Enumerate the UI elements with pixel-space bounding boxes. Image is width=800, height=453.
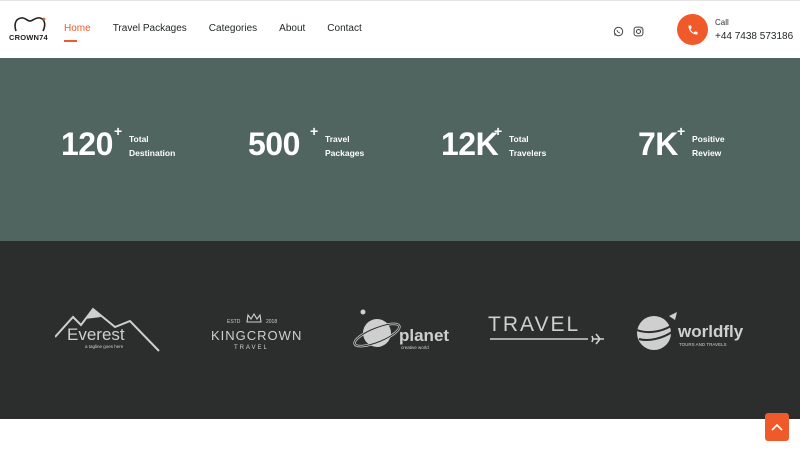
everest-tagline: a tagline goes here: [85, 344, 124, 349]
partner-logo-planet[interactable]: planet creative world: [352, 307, 452, 355]
stat-label-line2: Destination: [129, 148, 176, 158]
kingcrown-sub: TRAVEL: [234, 345, 269, 351]
stat-suffix: +: [677, 123, 686, 139]
worldfly-tagline: TOURS AND TRAVELS: [679, 342, 727, 347]
phone-number[interactable]: +44 7438 573186: [715, 31, 793, 42]
stat-label-line1: Total: [509, 134, 529, 144]
site-header: CROWN74 Home Travel Packages Categories …: [0, 0, 800, 58]
whatsapp-icon[interactable]: [613, 24, 624, 37]
stat-value: 500: [248, 126, 300, 162]
logo-text: CROWN74: [9, 33, 48, 42]
chevron-up-icon: [771, 423, 783, 431]
stat-value: 7K: [638, 126, 678, 162]
partner-logos-section: Everest a tagline goes here ESTD 2018 KI…: [0, 241, 800, 419]
crown-logo-icon: [14, 17, 46, 32]
phone-icon: [688, 25, 697, 34]
airplane-icon: [490, 333, 604, 345]
nav-travel-packages[interactable]: Travel Packages: [113, 23, 187, 34]
kingcrown-year: 2018: [266, 319, 278, 325]
nav-contact[interactable]: Contact: [327, 23, 361, 34]
call-label: Call: [715, 18, 729, 27]
stat-value: 120: [61, 126, 113, 162]
nav-categories[interactable]: Categories: [209, 23, 257, 34]
stat-label-line2: Packages: [325, 148, 365, 158]
kingcrown-estd: ESTD: [227, 319, 241, 325]
everest-name: Everest: [67, 325, 125, 344]
main-nav: Home Travel Packages Categories About Co…: [64, 23, 384, 42]
planet-icon: [353, 309, 401, 348]
stat-label-line1: Travel: [325, 134, 350, 144]
stat-suffix: +: [114, 123, 123, 139]
planet-name: planet: [399, 326, 450, 345]
planet-tagline: creative world: [401, 345, 429, 350]
globe-icon: [636, 312, 677, 350]
stat-value: 12K: [441, 126, 499, 162]
stat-label-line1: Total: [129, 134, 149, 144]
nav-home[interactable]: Home: [64, 23, 91, 42]
scroll-top-button[interactable]: [765, 413, 789, 441]
partner-logo-kingcrown[interactable]: ESTD 2018 KINGCROWN TRAVEL: [210, 313, 303, 355]
partner-logo-everest[interactable]: Everest a tagline goes here: [55, 307, 160, 357]
partner-logo-worldfly[interactable]: worldfly TOURS AND TRAVELS: [635, 310, 755, 354]
stat-suffix: +: [310, 123, 319, 139]
stats-section: 120 + Total Destination 500 + Travel Pac…: [0, 58, 800, 241]
stat-suffix: +: [494, 123, 503, 139]
stat-label-line2: Travelers: [509, 148, 547, 158]
worldfly-name: worldfly: [678, 322, 744, 341]
call-button[interactable]: [677, 14, 708, 45]
site-logo[interactable]: CROWN74: [9, 15, 49, 45]
stat-label-line2: Review: [692, 148, 722, 158]
instagram-icon[interactable]: [633, 24, 644, 37]
crown-icon: [246, 313, 262, 323]
partner-logo-travel[interactable]: TRAVEL: [488, 313, 606, 347]
kingcrown-name: KINGCROWN: [211, 328, 303, 343]
nav-about[interactable]: About: [279, 23, 305, 34]
stat-label-line1: Positive: [692, 134, 725, 144]
